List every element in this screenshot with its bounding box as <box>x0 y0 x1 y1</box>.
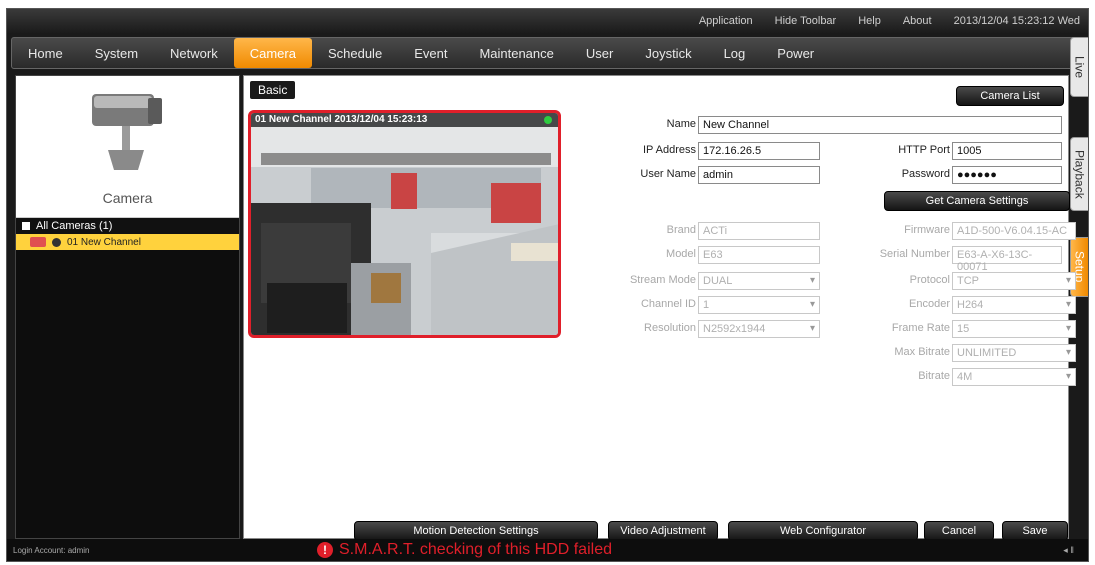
menu-user[interactable]: User <box>570 38 629 68</box>
menu-home[interactable]: Home <box>12 38 79 68</box>
tree-all-cameras[interactable]: All Cameras (1) <box>16 218 239 234</box>
tree-item-label: 01 New Channel <box>67 236 141 248</box>
max-bitrate-select: UNLIMITED <box>952 344 1076 362</box>
ip-address-field[interactable]: 172.16.26.5 <box>698 142 820 160</box>
channel-icon <box>30 237 46 247</box>
menu-network[interactable]: Network <box>154 38 234 68</box>
tab-playback[interactable]: Playback <box>1070 137 1088 211</box>
protocol-select: TCP <box>952 272 1076 290</box>
stream-mode-label: Stream Mode <box>629 274 696 286</box>
main-menu: Home System Network Camera Schedule Even… <box>11 37 1079 69</box>
model-field: E63 <box>698 246 820 264</box>
encoder-select: H264 <box>952 296 1076 314</box>
menu-event[interactable]: Event <box>398 38 463 68</box>
security-camera-icon <box>92 94 162 170</box>
motion-detection-settings-button[interactable]: Motion Detection Settings <box>354 521 598 541</box>
firmware-label: Firmware <box>904 224 950 236</box>
camera-header: Camera <box>16 76 239 218</box>
menu-joystick[interactable]: Joystick <box>629 38 707 68</box>
tree-root-label: All Cameras (1) <box>36 220 113 232</box>
web-configurator-button[interactable]: Web Configurator <box>728 521 918 541</box>
user-name-field[interactable]: admin <box>698 166 820 184</box>
encoder-label: Encoder <box>909 298 950 310</box>
camera-status-icon <box>52 237 61 247</box>
camera-tree-panel: Camera All Cameras (1) 01 New Channel <box>15 75 240 539</box>
password-field[interactable]: ●●●●●● <box>952 166 1062 184</box>
help-link[interactable]: Help <box>858 15 881 27</box>
frame-rate-label: Frame Rate <box>891 322 950 334</box>
preview-title: 01 New Channel 2013/12/04 15:23:13 <box>251 113 558 127</box>
menu-system[interactable]: System <box>79 38 154 68</box>
live-status-icon <box>544 116 552 124</box>
warning-icon: ! <box>317 542 333 558</box>
password-label: Password <box>901 168 950 180</box>
user-name-label: User Name <box>640 168 696 180</box>
http-port-field[interactable]: 1005 <box>952 142 1062 160</box>
tree-item-channel[interactable]: 01 New Channel <box>16 234 239 250</box>
max-bitrate-label: Max Bitrate <box>894 346 950 358</box>
office-scene-image <box>251 113 558 335</box>
frame-rate-select: 15 <box>952 320 1076 338</box>
tab-basic[interactable]: Basic <box>250 81 296 99</box>
http-port-label: HTTP Port <box>898 144 950 156</box>
tab-live[interactable]: Live <box>1070 37 1088 97</box>
bitrate-label: Bitrate <box>918 370 950 382</box>
save-button[interactable]: Save <box>1002 521 1068 541</box>
camera-list-button[interactable]: Camera List <box>956 86 1064 106</box>
menu-power[interactable]: Power <box>761 38 830 68</box>
status-bar: Login Account: admin ! S.M.A.R.T. checki… <box>7 539 1088 561</box>
collapse-icon[interactable] <box>22 222 30 230</box>
top-utility-bar: Application Hide Toolbar Help About 2013… <box>7 9 1088 33</box>
menu-log[interactable]: Log <box>708 38 762 68</box>
protocol-label: Protocol <box>909 274 950 286</box>
stream-mode-select: DUAL <box>698 272 820 290</box>
channel-id-label: Channel ID <box>640 298 696 310</box>
name-label: Name <box>666 118 696 130</box>
preview-title-text: 01 New Channel 2013/12/04 15:23:13 <box>255 114 428 125</box>
camera-preview: 01 New Channel 2013/12/04 15:23:13 <box>248 110 561 338</box>
camera-title: Camera <box>102 190 153 206</box>
brand-label: Brand <box>666 224 696 236</box>
network-status-icon: ◂ ‖ <box>1063 545 1074 555</box>
ip-address-label: IP Address <box>643 144 696 156</box>
system-datetime: 2013/12/04 15:23:12 Wed <box>953 15 1080 27</box>
brand-field: ACTi <box>698 222 820 240</box>
application-link[interactable]: Application <box>699 15 753 27</box>
hdd-alert[interactable]: ! S.M.A.R.T. checking of this HDD failed <box>317 541 612 559</box>
hide-toolbar-link[interactable]: Hide Toolbar <box>775 15 837 27</box>
login-account-text: Login Account: admin <box>13 546 90 555</box>
video-adjustment-button[interactable]: Video Adjustment <box>608 521 718 541</box>
menu-camera[interactable]: Camera <box>233 38 312 68</box>
serial-number-label: Serial Number <box>879 248 950 260</box>
camera-settings-panel: Basic Camera List 01 New Channel 2013/12… <box>243 75 1076 541</box>
channel-id-select: 1 <box>698 296 820 314</box>
hdd-alert-text: S.M.A.R.T. checking of this HDD failed <box>339 541 612 558</box>
resolution-select: N2592x1944 <box>698 320 820 338</box>
bitrate-select: 4M <box>952 368 1076 386</box>
menu-maintenance[interactable]: Maintenance <box>463 38 569 68</box>
resolution-label: Resolution <box>644 322 696 334</box>
about-link[interactable]: About <box>903 15 932 27</box>
serial-number-field: E63-A-X6-13C-00071 <box>952 246 1062 273</box>
cancel-button[interactable]: Cancel <box>924 521 994 541</box>
menu-schedule[interactable]: Schedule <box>312 38 398 68</box>
name-field[interactable]: New Channel <box>698 116 1062 134</box>
app-window: Application Hide Toolbar Help About 2013… <box>6 8 1089 562</box>
firmware-field: A1D-500-V6.04.15-AC <box>952 222 1076 240</box>
get-camera-settings-button[interactable]: Get Camera Settings <box>884 191 1070 211</box>
model-label: Model <box>666 248 696 260</box>
